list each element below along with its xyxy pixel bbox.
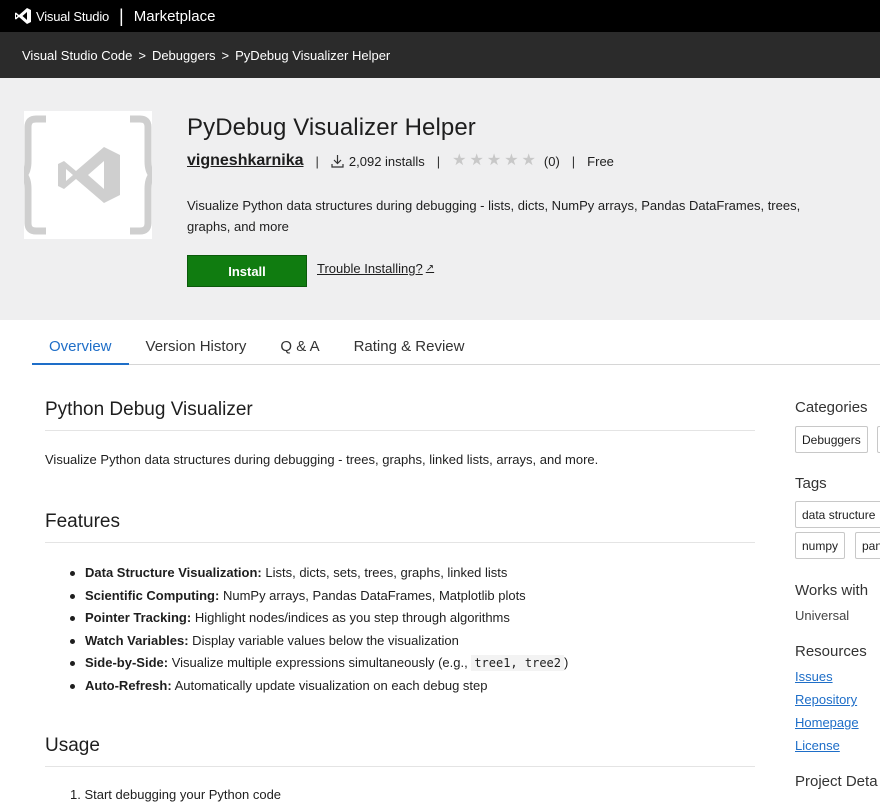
star-icon: ★: [521, 152, 536, 169]
category-chip[interactable]: Debuggers: [795, 426, 868, 453]
feature-title: Scientific Computing:: [85, 587, 220, 603]
resources-heading: Resources: [795, 643, 867, 660]
download-icon: [331, 155, 344, 168]
tag-chip[interactable]: data structure: [795, 501, 880, 528]
feature-title: Auto-Refresh:: [85, 677, 172, 693]
star-icon: ★: [452, 152, 467, 169]
top-navigation-bar: Visual Studio | Marketplace: [0, 0, 880, 32]
price-label: Free: [587, 153, 614, 169]
extension-description: Visualize Python data structures during …: [187, 198, 801, 234]
tag-chip[interactable]: pan: [855, 532, 880, 559]
resource-link-repository[interactable]: Repository: [795, 692, 857, 707]
resource-link-homepage[interactable]: Homepage: [795, 715, 859, 730]
breadcrumb-item-vscode[interactable]: Visual Studio Code: [22, 48, 132, 63]
list-item: Pointer Tracking: Highlight nodes/indice…: [69, 607, 568, 630]
trouble-installing-label: Trouble Installing?: [317, 261, 423, 276]
feature-text: Display variable values below the visual…: [188, 632, 459, 648]
breadcrumb-separator: >: [138, 47, 146, 63]
vs-code-icon: [19, 115, 157, 235]
star-icon: ★: [504, 152, 519, 169]
feature-title: Data Structure Visualization:: [85, 565, 262, 580]
install-button[interactable]: Install: [187, 255, 307, 287]
star-icon: ★: [486, 152, 502, 169]
breadcrumb-separator: >: [221, 47, 230, 63]
feature-text: Visualize multiple expressions simultane…: [168, 655, 472, 671]
categories-heading: Categories: [795, 399, 868, 416]
usage-heading: Usage: [45, 735, 755, 767]
resource-link-license[interactable]: License: [795, 738, 840, 753]
works-with-heading: Works with: [795, 582, 869, 599]
list-item: Watch Variables: Display variable values…: [69, 630, 568, 653]
detail-tabs: Overview Version History Q & A Rating & …: [32, 320, 880, 365]
project-details-heading: Project Deta: [795, 773, 878, 790]
extension-meta: vigneshkarnika | 2,092 installs | ★ ★ ★ …: [187, 152, 614, 170]
features-list: Data Structure Visualization: Lists, dic…: [69, 562, 569, 698]
rating-stars[interactable]: ★ ★ ★ ★ ★: [452, 153, 536, 169]
list-item: Data Structure Visualization: Lists, dic…: [69, 562, 568, 585]
publisher-link[interactable]: vigneshkarnika: [187, 152, 304, 170]
breadcrumb-item-debuggers[interactable]: Debuggers: [152, 48, 216, 63]
list-item: Auto-Refresh: Automatically update visua…: [69, 675, 568, 698]
feature-title: Pointer Tracking:: [85, 610, 192, 626]
tab-rating-review[interactable]: Rating & Review: [337, 319, 482, 364]
marketplace-link[interactable]: Marketplace: [134, 8, 216, 25]
readme-title: Python Debug Visualizer: [45, 399, 755, 431]
resource-link-issues[interactable]: Issues: [795, 669, 833, 684]
sidebar: Categories Debuggers Tags data structure…: [795, 365, 880, 802]
extension-logo: [19, 111, 157, 239]
usage-step: 1. Start debugging your Python code: [70, 787, 282, 802]
tab-overview[interactable]: Overview: [32, 319, 129, 365]
breadcrumb-item-current: PyDebug Visualizer Helper: [235, 47, 391, 63]
visual-studio-logo[interactable]: Visual Studio: [14, 8, 109, 24]
readme-intro: Visualize Python data structures during …: [45, 452, 599, 467]
trouble-installing-link[interactable]: Trouble Installing? ↗: [317, 261, 434, 276]
feature-title: Side-by-Side:: [85, 655, 169, 671]
topbar-divider: |: [119, 5, 124, 26]
meta-divider: |: [571, 153, 576, 169]
tag-chip[interactable]: numpy: [795, 532, 846, 559]
breadcrumb: Visual Studio Code > Debuggers > PyDebug…: [0, 32, 880, 78]
tags-heading: Tags: [795, 475, 827, 492]
feature-text-end: ): [564, 655, 569, 671]
inline-code: tree1, tree2: [471, 655, 565, 672]
rating-count[interactable]: (0): [544, 154, 560, 169]
install-count: 2,092 installs: [348, 153, 425, 169]
list-item: Side-by-Side: Visualize multiple express…: [69, 652, 569, 675]
extension-header: PyDebug Visualizer Helper vigneshkarnika…: [0, 78, 880, 320]
meta-divider: |: [436, 153, 441, 169]
feature-text: NumPy arrays, Pandas DataFrames, Matplot…: [219, 587, 526, 603]
feature-title: Watch Variables:: [85, 632, 189, 648]
feature-text: Lists, dicts, sets, trees, graphs, linke…: [261, 565, 508, 580]
tab-version-history[interactable]: Version History: [129, 319, 264, 364]
brand-name: Visual Studio: [36, 8, 110, 24]
extension-title: PyDebug Visualizer Helper: [187, 114, 476, 141]
feature-text: Automatically update visualization on ea…: [171, 677, 488, 693]
meta-divider: |: [315, 153, 319, 169]
list-item: Scientific Computing: NumPy arrays, Pand…: [69, 585, 568, 608]
external-link-icon: ↗: [425, 263, 435, 274]
star-icon: ★: [469, 152, 484, 169]
feature-text: Highlight nodes/indices as you step thro…: [191, 610, 510, 626]
works-with-value: Universal: [795, 608, 850, 623]
features-heading: Features: [45, 511, 755, 543]
tab-q-and-a[interactable]: Q & A: [263, 319, 336, 364]
visual-studio-icon: [15, 8, 31, 24]
